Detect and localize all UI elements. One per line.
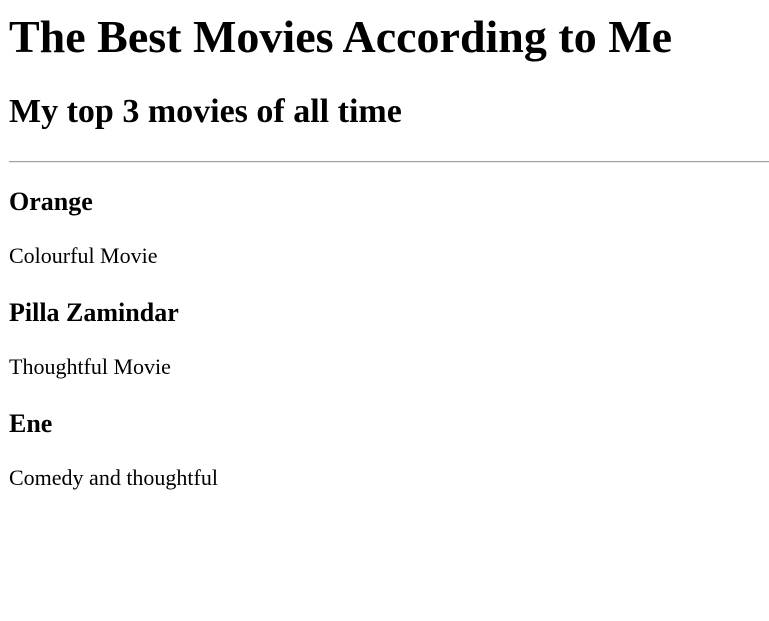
movie-title: Pilla Zamindar [9,298,179,327]
movie-description: Comedy and thoughtful [9,465,218,490]
movie-title: Ene [9,409,53,438]
movie-item: Orange Colourful Movie [9,187,769,269]
movie-item: Ene Comedy and thoughtful [9,409,769,491]
page: The Best Movies According to Me My top 3… [0,0,769,491]
movie-title: Orange [9,187,93,216]
movie-list: Orange Colourful Movie Pilla Zamindar Th… [9,187,769,491]
movie-item: Pilla Zamindar Thoughtful Movie [9,298,769,380]
movie-description: Colourful Movie [9,243,158,268]
divider [9,161,769,163]
page-subtitle: My top 3 movies of all time [9,93,402,130]
movie-description: Thoughtful Movie [9,354,171,379]
page-title: The Best Movies According to Me [9,11,673,62]
